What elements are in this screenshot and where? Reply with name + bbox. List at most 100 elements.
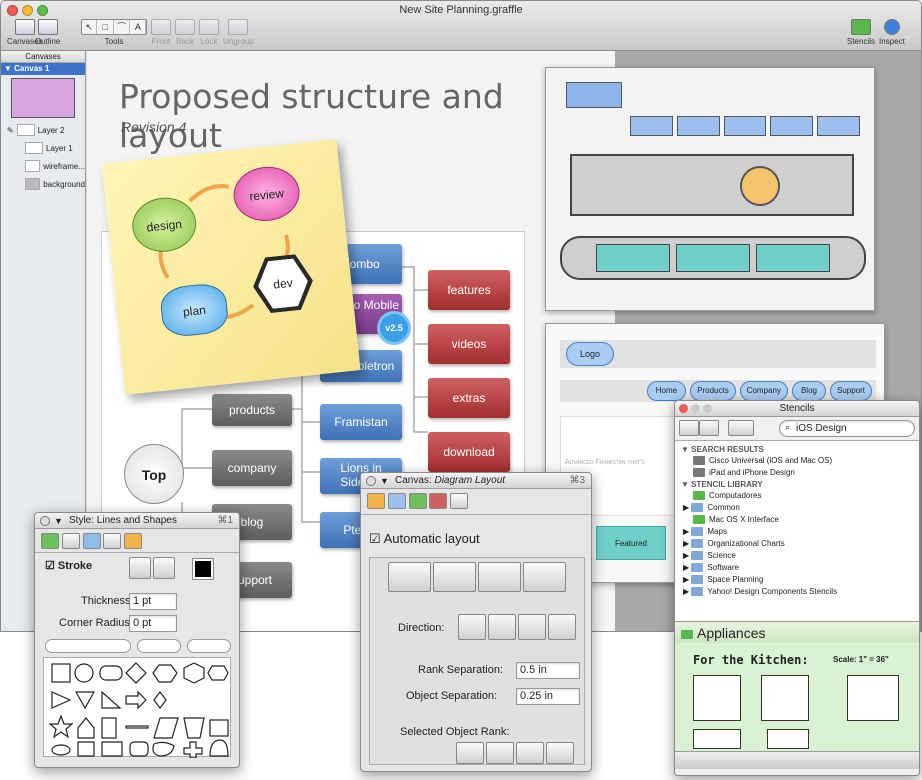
rank-separation-field[interactable]: 0.5 in: [516, 662, 580, 679]
library-item[interactable]: ▶ Common: [675, 502, 919, 514]
stencil-result-item[interactable]: iPad and iPhone Design: [675, 467, 919, 479]
radial-layout-icon[interactable]: [523, 562, 566, 592]
canvas-item[interactable]: ▼ Canvas 1: [1, 63, 85, 75]
rank-option-icon[interactable]: [486, 742, 514, 764]
rank-option-icon[interactable]: [546, 742, 574, 764]
layer-item[interactable]: Layer 1: [1, 139, 85, 157]
line-cap-popup[interactable]: [137, 639, 181, 653]
shadow-tab-icon[interactable]: [82, 533, 101, 549]
diagram-layout-tab-icon[interactable]: [450, 493, 469, 509]
hierarchical-layout-icon[interactable]: [388, 562, 431, 592]
text-tab-icon[interactable]: [124, 533, 143, 549]
node-features[interactable]: features: [428, 270, 510, 310]
direction-down-icon[interactable]: [458, 614, 486, 640]
stencil-browse-icon[interactable]: [699, 420, 719, 436]
stroke-checkbox[interactable]: ☑ Stroke: [45, 559, 92, 572]
stove-stencil[interactable]: [761, 675, 809, 721]
arrow-tool-icon[interactable]: ↖: [82, 20, 98, 34]
inspect-button[interactable]: Inspect: [879, 19, 905, 46]
direction-right-icon[interactable]: [518, 614, 546, 640]
corner-radius-field[interactable]: 0 pt: [129, 615, 177, 632]
library-item[interactable]: ▶ Maps: [675, 526, 919, 538]
background-tab-icon[interactable]: [429, 493, 448, 509]
library-item[interactable]: ▶ Science: [675, 550, 919, 562]
tool-palette: ↖ □ ⌒ A: [81, 19, 147, 35]
direction-selector: [458, 614, 576, 640]
appliance-stencil[interactable]: [767, 729, 809, 749]
close-icon[interactable]: [679, 404, 688, 413]
stencil-result-item[interactable]: Cisco Universal (iOS and Mac OS): [675, 455, 919, 467]
direction-up-icon[interactable]: [488, 614, 516, 640]
layer-item[interactable]: background: [1, 175, 85, 193]
library-item-label: Computadores: [709, 491, 762, 500]
force-layout-icon[interactable]: [433, 562, 476, 592]
node-videos[interactable]: videos: [428, 324, 510, 364]
workflow-sticky-note[interactable]: design review plan dev: [101, 139, 361, 395]
ungroup-button[interactable]: Ungroup: [223, 19, 254, 46]
rank-option-icon[interactable]: [516, 742, 544, 764]
front-button[interactable]: Front: [151, 19, 171, 46]
layers-tab-icon[interactable]: [408, 493, 427, 509]
direction-left-icon[interactable]: [548, 614, 576, 640]
tools-label: Tools: [104, 37, 124, 46]
node-company[interactable]: company: [212, 450, 292, 486]
zoom-icon[interactable]: [703, 404, 712, 413]
sketch-nav: [630, 116, 860, 136]
grid-tab-icon[interactable]: [387, 493, 406, 509]
stencils-button[interactable]: Stencils: [847, 19, 875, 46]
layer-item[interactable]: ✎ Layer 2: [1, 121, 85, 139]
root-node[interactable]: Top: [124, 444, 184, 504]
library-item[interactable]: ▶ Software: [675, 562, 919, 574]
thickness-field[interactable]: 1 pt: [129, 593, 177, 610]
line-tool-icon[interactable]: ⌒: [115, 20, 130, 34]
shape-palette[interactable]: [43, 657, 231, 759]
rank-option-icon[interactable]: [456, 742, 484, 764]
node-products[interactable]: products: [212, 394, 292, 426]
stencil-group-header[interactable]: Appliances: [675, 621, 919, 643]
corner-style-icon[interactable]: [129, 557, 151, 579]
wireframe-sketch[interactable]: [545, 67, 875, 311]
stencil-view-icon[interactable]: [679, 420, 699, 436]
layer-item[interactable]: wireframe...: [1, 157, 85, 175]
automatic-layout-checkbox[interactable]: ☑ Automatic layout: [369, 531, 480, 547]
folder-icon: [691, 539, 704, 549]
minimize-icon[interactable]: [691, 404, 700, 413]
node-framistan[interactable]: Framistan: [320, 404, 402, 440]
library-item[interactable]: ▶ Space Planning: [675, 574, 919, 586]
close-icon[interactable]: [366, 476, 376, 486]
line-join-popup[interactable]: [187, 639, 231, 653]
node-download[interactable]: download: [428, 432, 510, 472]
node-extras[interactable]: extras: [428, 378, 510, 418]
size-tab-icon[interactable]: [367, 493, 385, 509]
shape-tool-icon[interactable]: □: [98, 20, 114, 34]
disclosure-icon[interactable]: ▼: [54, 513, 63, 529]
library-item[interactable]: ▶ Organizational Charts: [675, 538, 919, 550]
sidebar-header: Canvases: [1, 51, 85, 63]
outline-label: Outline: [35, 37, 61, 46]
outline-button[interactable]: Outline: [35, 19, 60, 46]
stove-stencil[interactable]: [693, 675, 741, 721]
image-tab-icon[interactable]: [103, 533, 122, 549]
rounded-corner-icon[interactable]: [153, 557, 175, 579]
stencil-search-input[interactable]: iOS Design: [779, 420, 915, 437]
close-icon[interactable]: [40, 516, 50, 526]
disclosure-icon[interactable]: ▼: [380, 473, 389, 489]
object-separation-field[interactable]: 0.25 in: [516, 688, 580, 705]
stroke-color-well[interactable]: [192, 558, 214, 580]
fill-tab-icon[interactable]: [41, 533, 59, 549]
stove-stencil[interactable]: [847, 675, 899, 721]
appliance-stencil[interactable]: [693, 729, 741, 749]
gear-icon[interactable]: [727, 420, 754, 436]
circular-layout-icon[interactable]: [478, 562, 521, 592]
line-pattern-popup[interactable]: [45, 639, 131, 653]
library-item[interactable]: ▶ Yahoo! Design Components Stencils: [675, 586, 919, 598]
library-item[interactable]: Mac OS X Interface: [675, 514, 919, 526]
canvas-thumbnail[interactable]: [11, 78, 75, 118]
style-tabs: [35, 529, 239, 553]
lock-button[interactable]: Lock: [199, 19, 219, 46]
lines-tab-icon[interactable]: [61, 533, 80, 549]
window-title: New Site Planning.graffle: [399, 4, 523, 16]
back-button[interactable]: Back: [175, 19, 195, 46]
text-tool-icon[interactable]: A: [131, 20, 146, 34]
library-item[interactable]: Computadores: [675, 490, 919, 502]
